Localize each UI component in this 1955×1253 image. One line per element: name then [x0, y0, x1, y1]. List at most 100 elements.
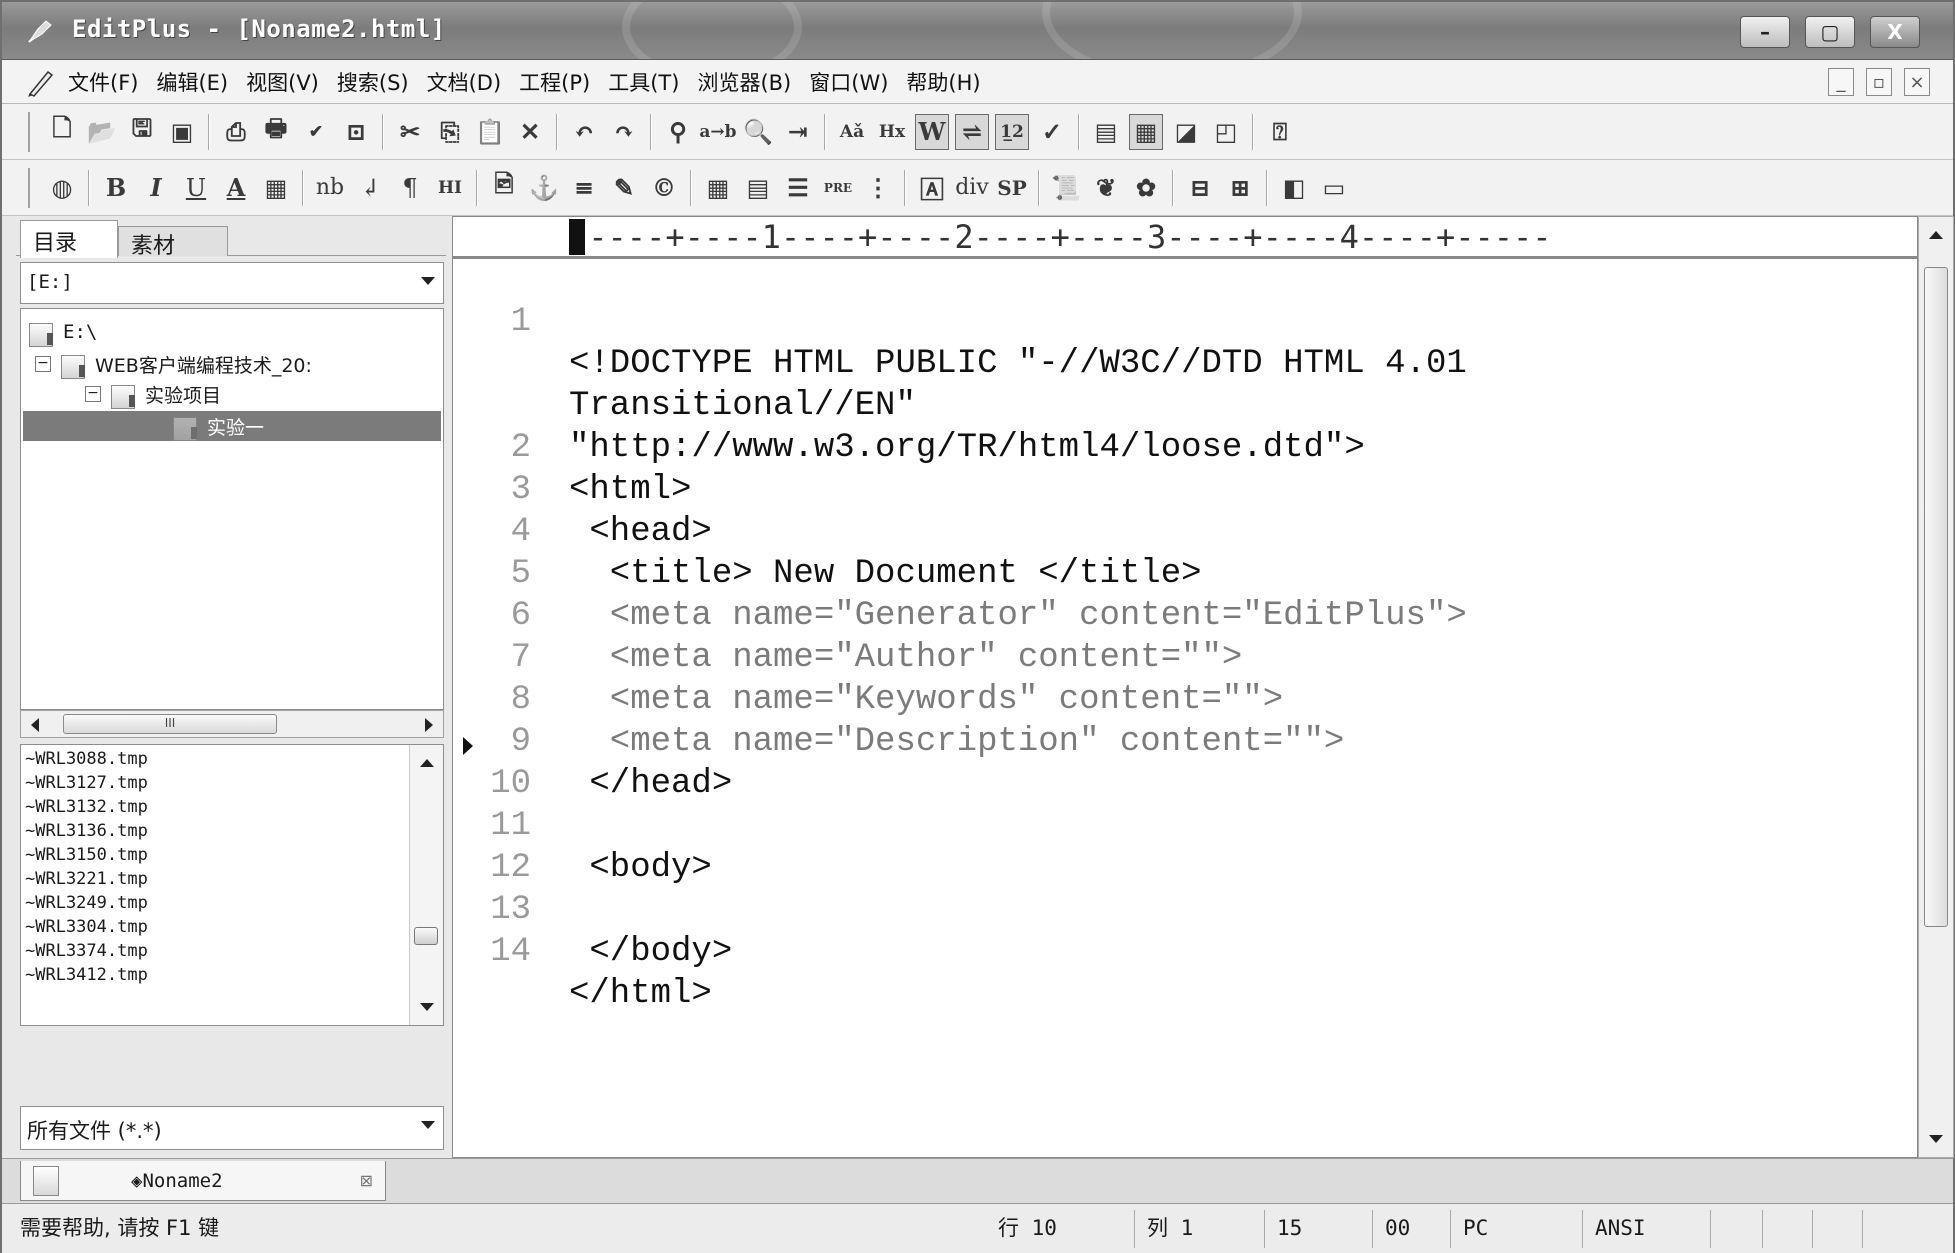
check-icon[interactable]: ✓ — [1035, 114, 1069, 150]
menu-search[interactable]: 搜索(S) — [337, 67, 409, 97]
save-icon[interactable]: 🖫 — [125, 113, 159, 150]
find-in-files-icon[interactable]: 🔍 — [741, 114, 775, 150]
menu-browser[interactable]: 浏览器(B) — [697, 67, 791, 97]
resize-grip-icon[interactable] — [1862, 1210, 1952, 1248]
tab-noname2[interactable]: ◈Noname2 ⊠ — [20, 1161, 386, 1201]
menu-edit[interactable]: 编辑(E) — [156, 67, 228, 97]
image-icon[interactable]: 🖻 — [487, 169, 521, 206]
collapse-icon[interactable]: − — [85, 386, 101, 402]
directory-window-icon[interactable]: ▤ — [1089, 114, 1123, 150]
tree-node-web-course[interactable]: − WEB客户端编程技术_20: — [35, 349, 312, 379]
div-button[interactable]: div — [955, 170, 989, 206]
break-button[interactable]: ↲ — [353, 170, 387, 206]
tree-node-experiment-one[interactable]: 实验一 — [23, 411, 441, 441]
table-icon[interactable]: ▦ — [701, 170, 735, 206]
code-editor[interactable]: 1 <!DOCTYPE HTML PUBLIC "-//W3C//DTD HTM… — [452, 258, 1918, 1158]
text-box-icon[interactable]: 🄰 — [915, 170, 949, 206]
close-button[interactable]: X — [1870, 16, 1920, 48]
file-item[interactable]: ~WRL3136.tmp — [25, 819, 148, 843]
scroll-down-icon[interactable] — [420, 1003, 434, 1011]
menu-view[interactable]: 视图(V) — [246, 67, 319, 97]
horizontal-rule-icon[interactable]: ≡ — [567, 170, 601, 206]
anchor-icon[interactable]: ⚓ — [527, 170, 561, 206]
paste-icon[interactable]: 📋 — [473, 114, 507, 150]
tree-node-experiments[interactable]: − 实验项目 — [85, 379, 221, 409]
file-item[interactable]: ~WRL3132.tmp — [25, 795, 148, 819]
scroll-thumb[interactable] — [1924, 267, 1948, 927]
hex-view-icon[interactable]: Hx — [875, 114, 909, 150]
tab-materials[interactable]: 素材 — [118, 226, 228, 259]
file-item[interactable]: ~WRL3412.tmp — [25, 963, 148, 987]
mdi-close-button[interactable]: × — [1904, 68, 1930, 96]
minimize-button[interactable]: – — [1740, 16, 1790, 48]
open-file-icon[interactable]: 📂 — [85, 114, 119, 150]
select-field-icon[interactable]: ⊞ — [1223, 170, 1257, 206]
input-field-icon[interactable]: ⊟ — [1183, 170, 1217, 206]
menu-project[interactable]: 工程(P) — [519, 67, 590, 97]
italic-button[interactable]: I — [139, 170, 173, 206]
mdi-restore-button[interactable]: ▫ — [1866, 68, 1892, 96]
paragraph-button[interactable]: ¶ — [393, 170, 427, 206]
close-tab-icon[interactable]: ⊠ — [360, 1171, 373, 1190]
file-list-scrollbar[interactable] — [409, 745, 443, 1025]
editor-vertical-scrollbar[interactable] — [1918, 216, 1954, 1158]
script-icon[interactable]: 📜 — [1049, 170, 1083, 206]
scroll-down-icon[interactable] — [1929, 1135, 1943, 1143]
toolbar-grip[interactable] — [28, 111, 32, 152]
nbsp-button[interactable]: nb — [313, 170, 347, 206]
menu-window[interactable]: 窗口(W) — [809, 67, 888, 97]
menu-help[interactable]: 帮助(H) — [906, 67, 980, 97]
font-color-button[interactable]: A — [219, 170, 253, 206]
menu-tools[interactable]: 工具(T) — [608, 67, 679, 97]
new-file-icon[interactable]: 🗋 — [45, 113, 79, 150]
scroll-thumb[interactable] — [414, 927, 438, 945]
scroll-up-icon[interactable] — [420, 759, 434, 767]
copy-icon[interactable]: ⎘ — [433, 114, 467, 150]
file-item[interactable]: ~WRL3088.tmp — [25, 747, 148, 771]
underline-button[interactable]: U — [179, 170, 213, 206]
save-all-icon[interactable]: ▣ — [165, 114, 199, 150]
copyright-icon[interactable]: © — [647, 170, 681, 206]
globe-icon[interactable]: ◍ — [45, 170, 79, 206]
file-item[interactable]: ~WRL3150.tmp — [25, 843, 148, 867]
span-button[interactable]: SP — [995, 170, 1029, 206]
window-frame-icon[interactable]: ▭ — [1317, 170, 1351, 206]
drive-select[interactable]: [E:] — [20, 262, 444, 304]
file-filter-select[interactable]: 所有文件 (*.*) — [20, 1106, 444, 1150]
scroll-thumb[interactable]: III — [63, 714, 277, 734]
menu-document[interactable]: 文档(D) — [427, 67, 502, 97]
redo-icon[interactable]: ↷ — [607, 114, 641, 150]
heading-button[interactable]: HI — [433, 170, 467, 206]
color-picker-icon[interactable]: ▦ — [259, 170, 293, 206]
word-wrap-icon[interactable]: W — [915, 113, 949, 150]
spell-check-icon[interactable]: ✔ — [299, 114, 333, 150]
mdi-minimize-button[interactable]: _ — [1828, 68, 1854, 96]
delete-icon[interactable]: ✕ — [513, 114, 547, 150]
scroll-left-icon[interactable] — [31, 718, 39, 732]
maximize-button[interactable]: ▢ — [1805, 16, 1855, 48]
file-item[interactable]: ~WRL3374.tmp — [25, 939, 148, 963]
font-icon[interactable]: Aǎ — [835, 114, 869, 150]
pencil-icon[interactable]: ✎ — [607, 170, 641, 206]
replace-icon[interactable]: a→b — [699, 114, 736, 150]
style-sheet-icon[interactable]: ✿ — [1129, 170, 1163, 206]
wrap-mode-icon[interactable]: ⇌ — [955, 113, 989, 150]
find-icon[interactable]: ⚲ — [661, 114, 695, 150]
view-in-browser-icon[interactable]: ⊡ — [339, 114, 373, 150]
new-window-icon[interactable]: ◰ — [1209, 114, 1243, 150]
cut-icon[interactable]: ✂ — [393, 114, 427, 150]
scroll-right-icon[interactable] — [425, 718, 433, 732]
form-icon[interactable]: ▤ — [741, 170, 775, 206]
file-item[interactable]: ~WRL3127.tmp — [25, 771, 148, 795]
goto-line-icon[interactable]: ⇥ — [781, 114, 815, 150]
line-number-icon[interactable]: 1̲2 — [995, 113, 1029, 150]
toolbar-grip[interactable] — [28, 167, 32, 208]
undo-icon[interactable]: ↶ — [567, 114, 601, 150]
list-icon[interactable]: ☰ — [781, 170, 815, 206]
style-icon[interactable]: ❦ — [1089, 170, 1123, 206]
tab-directory[interactable]: 目录 — [20, 220, 118, 258]
menu-file[interactable]: 文件(F) — [68, 67, 138, 97]
bold-button[interactable]: B — [99, 170, 133, 206]
bullet-list-icon[interactable]: ⋮ — [861, 170, 895, 206]
frame-icon[interactable]: ◧ — [1277, 170, 1311, 206]
